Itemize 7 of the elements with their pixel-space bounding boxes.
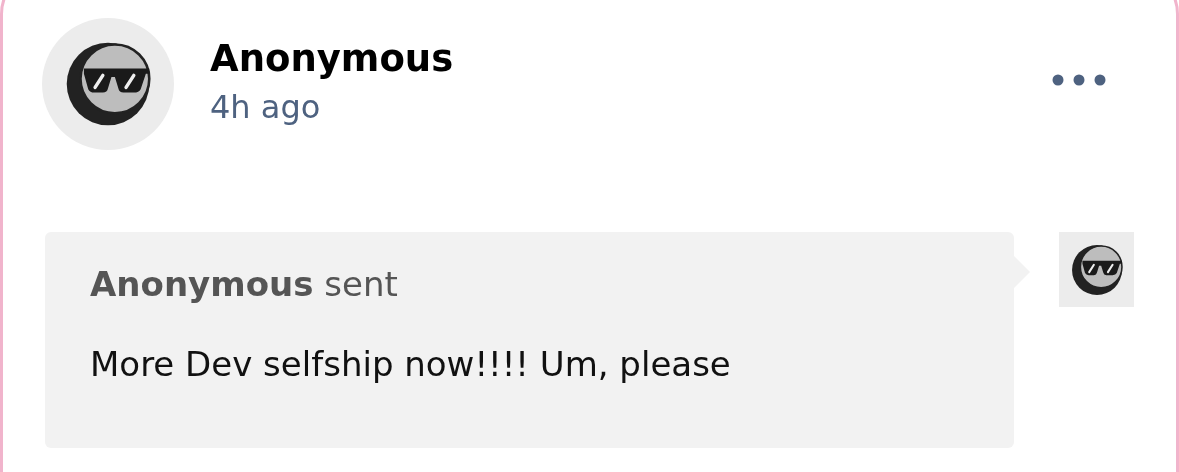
message-text: More Dev selfship now!!!! Um, please [90, 344, 732, 384]
sunglasses-face-icon [65, 41, 151, 127]
post-time: 4h ago [210, 87, 322, 126]
sender-line: Anonymous sent [90, 264, 399, 304]
sunglasses-face-icon [1070, 243, 1123, 296]
more-icon [1052, 73, 1106, 87]
author-name[interactable]: Anonymous [210, 36, 454, 80]
